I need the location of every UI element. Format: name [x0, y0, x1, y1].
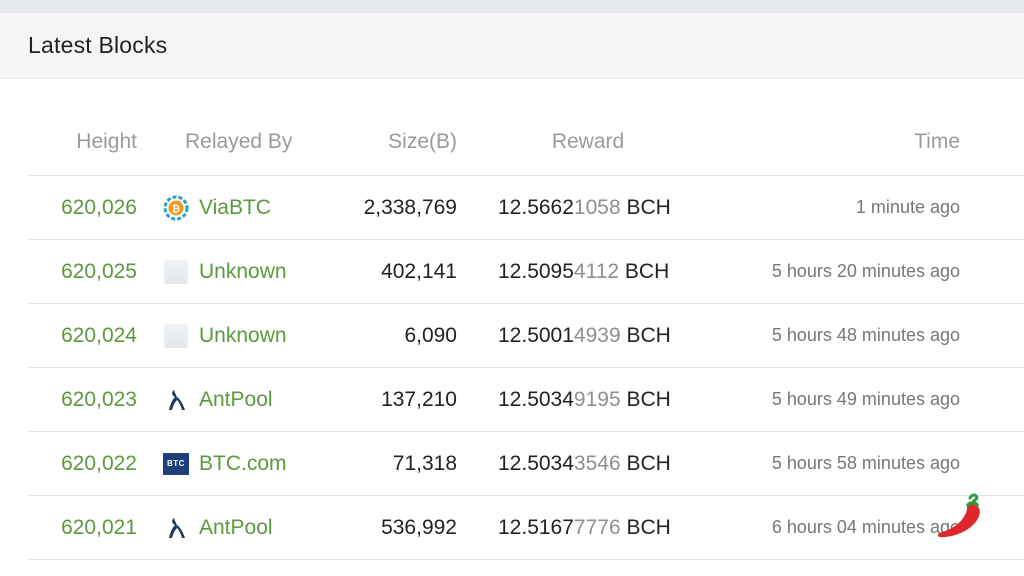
blocks-table: Height Relayed By Size(B) Reward Time 62…: [28, 108, 1024, 560]
block-size: 71,318: [392, 451, 457, 475]
relayed-by-link[interactable]: ViaBTC: [199, 196, 271, 220]
reward-main-digits: 12.5662: [498, 195, 574, 219]
block-reward: 12.51677776 BCH: [498, 516, 671, 540]
table-header-row: Height Relayed By Size(B) Reward Time: [28, 108, 1024, 176]
block-height-link[interactable]: 620,026: [61, 196, 137, 220]
reward-dim-digits: 7776: [573, 515, 621, 539]
antpool-icon: [163, 387, 189, 413]
unknown-pool-icon: [163, 259, 189, 285]
block-height-link[interactable]: 620,021: [61, 516, 137, 540]
table-body: 620,026 ₿ ViaBTC 2,338,769 12.56621058 BCH 1 …: [28, 176, 1024, 560]
relayed-by-link[interactable]: AntPool: [199, 516, 273, 540]
relayed-by-link[interactable]: AntPool: [199, 388, 273, 412]
btccom-icon: BTC: [163, 451, 189, 477]
reward-unit: BCH: [619, 259, 670, 283]
block-size: 137,210: [381, 387, 457, 411]
block-height-link[interactable]: 620,025: [61, 260, 137, 284]
reward-main-digits: 12.5167: [498, 515, 574, 539]
reward-main-digits: 12.5095: [498, 259, 574, 283]
unknown-pool-icon: [163, 323, 189, 349]
reward-dim-digits: 4112: [573, 259, 620, 283]
reward-unit: BCH: [620, 451, 671, 475]
block-height-link[interactable]: 620,023: [61, 388, 137, 412]
block-size: 6,090: [404, 323, 457, 347]
reward-dim-digits: 3546: [573, 451, 621, 475]
antpool-icon: [163, 515, 189, 541]
reward-dim-digits: 4939: [573, 323, 621, 347]
block-time: 5 hours 48 minutes ago: [771, 325, 960, 345]
reward-dim-digits: 1058: [573, 195, 621, 219]
reward-main-digits: 12.5034: [498, 387, 574, 411]
reward-unit: BCH: [620, 323, 671, 347]
block-reward: 12.50349195 BCH: [498, 388, 671, 412]
block-reward: 12.50343546 BCH: [498, 452, 671, 476]
column-header-size: Size(B): [388, 129, 457, 153]
reward-main-digits: 12.5034: [498, 451, 574, 475]
relayed-by-link[interactable]: Unknown: [199, 324, 287, 348]
panel-title: Latest Blocks: [28, 32, 168, 58]
relayed-by-link[interactable]: Unknown: [199, 260, 287, 284]
chili-pepper-icon: [937, 493, 980, 538]
block-time: 5 hours 58 minutes ago: [771, 453, 960, 473]
table-row: 620,025 Unknown 402,141 12.50954112 BCH 5 ho…: [28, 240, 1024, 304]
table-row: 620,026 ₿ ViaBTC 2,338,769 12.56621058 BCH 1 …: [28, 176, 1024, 240]
relayed-by-link[interactable]: BTC.com: [199, 452, 287, 476]
btccom-logo: BTC: [163, 452, 189, 475]
table-row: 620,022 BTC BTC.com 71,318 12.50343546 BCH 5 …: [28, 432, 1024, 496]
block-height-link[interactable]: 620,022: [61, 452, 137, 476]
top-strip: [0, 0, 1024, 13]
reward-unit: BCH: [620, 387, 671, 411]
column-header-height: Height: [76, 129, 137, 153]
block-time: 5 hours 49 minutes ago: [771, 389, 960, 409]
block-height-link[interactable]: 620,024: [61, 324, 137, 348]
reward-unit: BCH: [620, 195, 671, 219]
reward-main-digits: 12.5001: [498, 323, 574, 347]
viabtc-icon: ₿: [163, 195, 189, 221]
reward-unit: BCH: [620, 515, 671, 539]
column-header-time: Time: [914, 129, 960, 153]
svg-text:₿: ₿: [172, 203, 180, 215]
block-reward: 12.50954112 BCH: [498, 260, 669, 284]
block-time: 1 minute ago: [855, 197, 960, 217]
block-size: 2,338,769: [363, 195, 457, 219]
reward-dim-digits: 9195: [573, 387, 621, 411]
block-reward: 12.56621058 BCH: [498, 196, 671, 220]
block-size: 402,141: [381, 259, 457, 283]
table-row: 620,024 Unknown 6,090 12.50014939 BCH 5 hour…: [28, 304, 1024, 368]
block-size: 536,992: [381, 515, 457, 539]
block-reward: 12.50014939 BCH: [498, 324, 671, 348]
table-row: 620,023 AntPool 137,210 12.50349195 BCH 5 ho…: [28, 368, 1024, 432]
column-header-reward: Reward: [551, 129, 625, 153]
panel-header: Latest Blocks: [0, 13, 1024, 79]
table-row: 620,021 AntPool 536,992 12.51677776 BCH 6 ho…: [28, 496, 1024, 560]
block-time: 5 hours 20 minutes ago: [771, 261, 960, 281]
